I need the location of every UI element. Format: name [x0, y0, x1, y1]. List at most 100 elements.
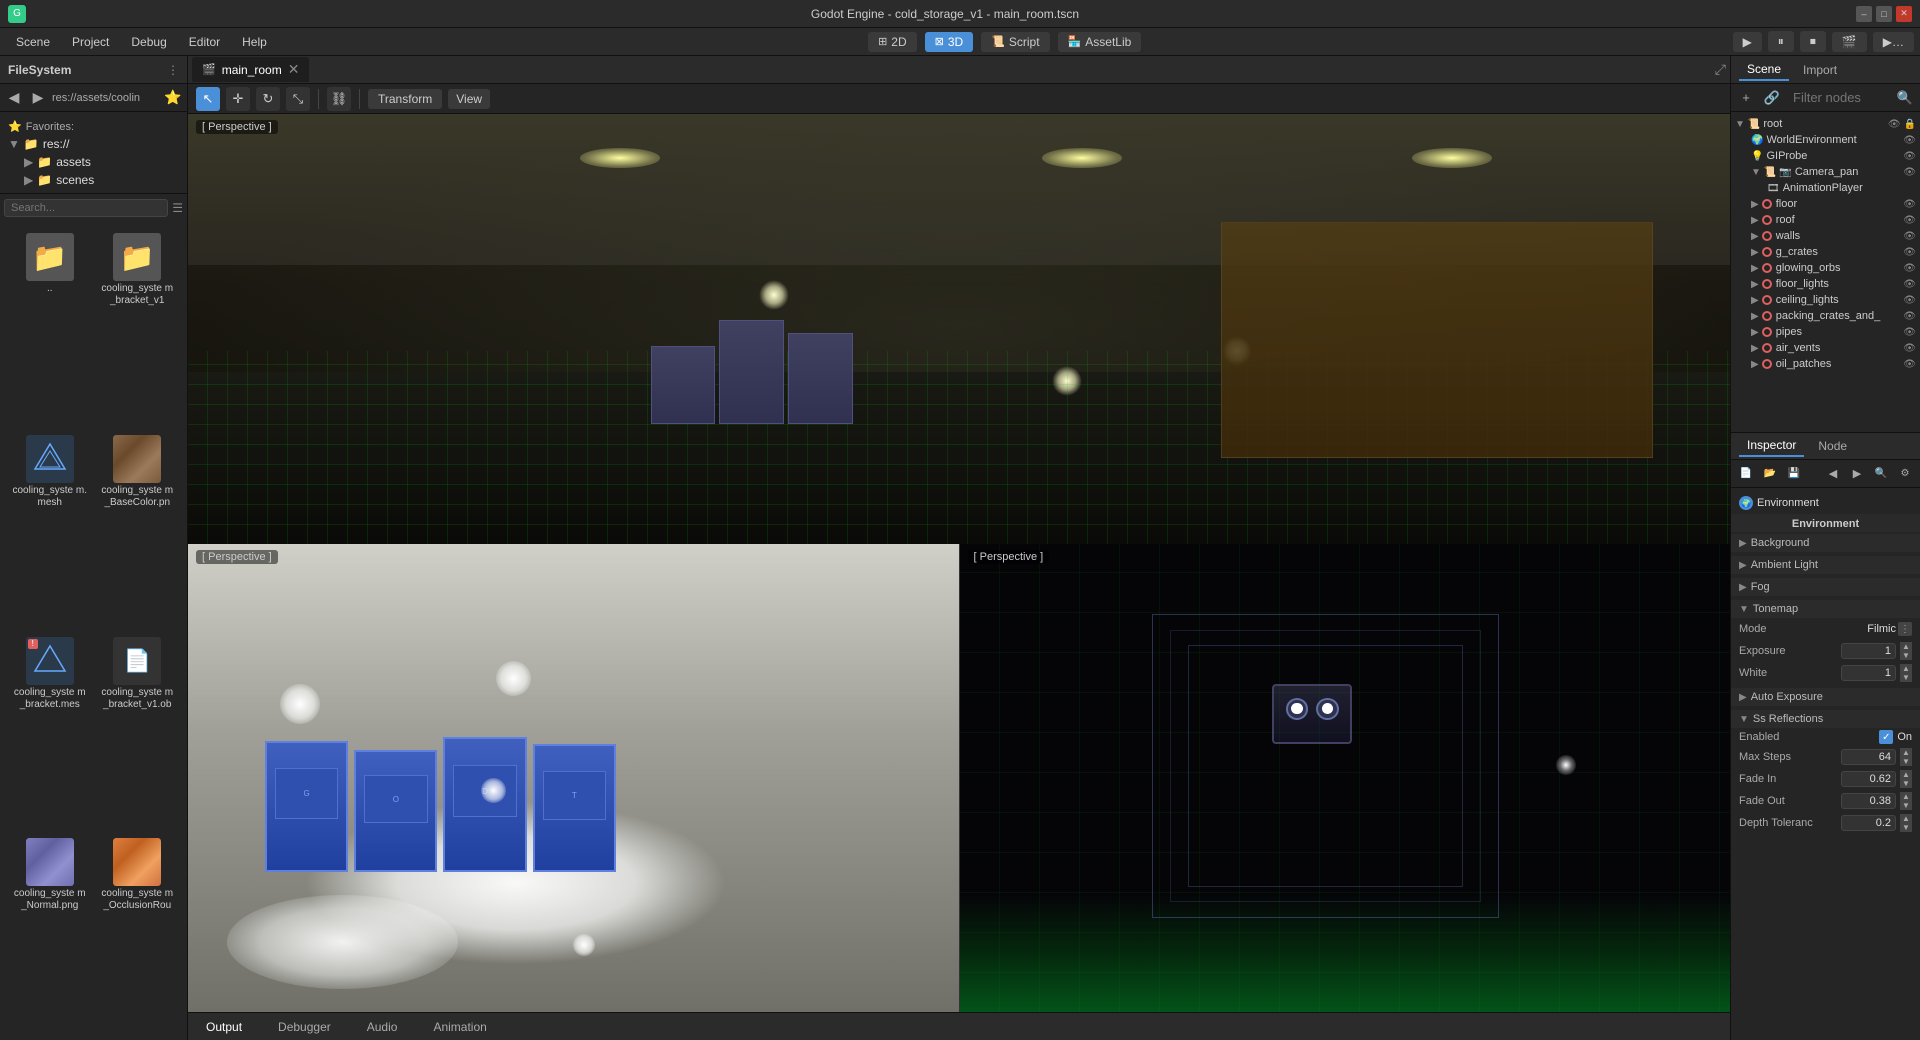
inspector-search-button[interactable]: 🔍 [1870, 463, 1892, 485]
transform-dropdown[interactable]: Transform [368, 89, 442, 109]
tree-item-res[interactable]: ▼ 📁 res:// [4, 135, 183, 153]
maxsteps-input[interactable] [1841, 749, 1896, 765]
link-node-button[interactable]: 🔗 [1761, 87, 1783, 109]
tree-item-assets[interactable]: ▶ 📁 assets [4, 153, 183, 171]
white-down-button[interactable]: ▼ [1900, 673, 1912, 682]
animation-tab[interactable]: Animation [423, 1017, 496, 1037]
menu-scene[interactable]: Scene [6, 32, 60, 52]
close-tab-button[interactable]: ✕ [288, 61, 300, 78]
audio-tab[interactable]: Audio [357, 1017, 408, 1037]
node-eye-icon[interactable]: 👁 [1903, 263, 1916, 274]
exposure-up-button[interactable]: ▲ [1900, 642, 1912, 651]
menu-help[interactable]: Help [232, 32, 277, 52]
output-tab[interactable]: Output [196, 1017, 252, 1037]
maxsteps-down-button[interactable]: ▼ [1900, 757, 1912, 766]
node-lock-icon[interactable]: 🔒 [1904, 119, 1916, 130]
node-eye-icon[interactable]: 👁 [1903, 135, 1916, 146]
fadein-down-button[interactable]: ▼ [1900, 779, 1912, 788]
node-eye-icon[interactable]: 👁 [1903, 167, 1916, 178]
maximize-button[interactable]: □ [1876, 6, 1892, 22]
mode-3d-button[interactable]: ⊠ 3D [925, 32, 974, 52]
depthtol-up-button[interactable]: ▲ [1900, 814, 1912, 823]
scene-node-gcrates[interactable]: ▶ g_crates 👁 [1731, 244, 1920, 260]
minimize-button[interactable]: – [1856, 6, 1872, 22]
scene-node-pipes[interactable]: ▶ pipes 👁 [1731, 324, 1920, 340]
play-custom-button[interactable]: ▶… [1873, 32, 1914, 52]
maxsteps-up-button[interactable]: ▲ [1900, 748, 1912, 757]
scene-node-glowingorbs[interactable]: ▶ glowing_orbs 👁 [1731, 260, 1920, 276]
node-eye-icon[interactable]: 👁 [1903, 151, 1916, 162]
inspector-nav-forward-button[interactable]: ▶ [1846, 463, 1868, 485]
file-item[interactable]: cooling_syste m.mesh [8, 431, 92, 629]
fadeout-down-button[interactable]: ▼ [1900, 801, 1912, 810]
file-item[interactable]: cooling_syste m_BaseColor.pn [96, 431, 180, 629]
scene-node-animplayer[interactable]: 🎞 AnimationPlayer [1731, 180, 1920, 196]
file-item[interactable]: ! cooling_syste m_bracket.mes [8, 633, 92, 831]
scene-search-input[interactable] [1787, 87, 1890, 109]
scene-node-airvents[interactable]: ▶ air_vents 👁 [1731, 340, 1920, 356]
fadein-input[interactable] [1841, 771, 1896, 787]
nav-back-button[interactable]: ◀ [4, 88, 24, 108]
select-tool-button[interactable]: ↖ [196, 87, 220, 111]
scene-tab[interactable]: Scene [1739, 59, 1789, 81]
add-node-button[interactable]: + [1735, 87, 1757, 109]
depthtol-down-button[interactable]: ▼ [1900, 823, 1912, 832]
viewport-bottom-right[interactable]: [ Perspective ] [960, 544, 1731, 1012]
auto-exposure-section-header[interactable]: ▶ Auto Exposure [1731, 688, 1920, 706]
scene-node-floor[interactable]: ▶ floor 👁 [1731, 196, 1920, 212]
menu-editor[interactable]: Editor [179, 32, 230, 52]
node-tab[interactable]: Node [1810, 436, 1855, 456]
node-eye-icon[interactable]: 👁 [1903, 231, 1916, 242]
white-input[interactable] [1841, 665, 1896, 681]
move-tool-button[interactable]: ✛ [226, 87, 250, 111]
inspector-nav-back-button[interactable]: ◀ [1822, 463, 1844, 485]
fadein-up-button[interactable]: ▲ [1900, 770, 1912, 779]
fog-section-header[interactable]: ▶ Fog [1731, 578, 1920, 596]
inspector-new-script-button[interactable]: 📄 [1735, 463, 1757, 485]
debugger-tab[interactable]: Debugger [268, 1017, 341, 1037]
pause-button[interactable]: ⏸ [1768, 31, 1794, 52]
assetlib-button[interactable]: 🏪 AssetLib [1058, 32, 1142, 52]
scale-tool-button[interactable]: ⤡ [286, 87, 310, 111]
node-eye-icon[interactable]: 👁 [1903, 215, 1916, 226]
depthtol-input[interactable] [1841, 815, 1896, 831]
tab-main-room[interactable]: 🎬 main_room ✕ [192, 57, 309, 82]
import-tab[interactable]: Import [1795, 60, 1845, 80]
ss-reflections-section-header[interactable]: ▼ Ss Reflections [1731, 710, 1920, 728]
rotate-tool-button[interactable]: ↻ [256, 87, 280, 111]
fadeout-input[interactable] [1841, 793, 1896, 809]
search-input[interactable] [4, 199, 168, 217]
nav-forward-button[interactable]: ▶ [28, 88, 48, 108]
scene-node-ceilinglights[interactable]: ▶ ceiling_lights 👁 [1731, 292, 1920, 308]
menu-debug[interactable]: Debug [121, 32, 176, 52]
file-item[interactable]: cooling_syste m_OcclusionRou [96, 834, 180, 1032]
node-eye-icon[interactable]: 👁 [1903, 295, 1916, 306]
white-up-button[interactable]: ▲ [1900, 664, 1912, 673]
exposure-input[interactable] [1841, 643, 1896, 659]
scene-node-root[interactable]: ▼ 📜 root 👁 🔒 [1731, 116, 1920, 132]
filesystem-menu-icon[interactable]: ⋮ [167, 63, 179, 77]
scene-node-oilpatches[interactable]: ▶ oil_patches 👁 [1731, 356, 1920, 372]
file-item[interactable]: 📁 cooling_syste m_bracket_v1 [96, 229, 180, 427]
background-section-header[interactable]: ▶ Background [1731, 534, 1920, 552]
inspector-open-script-button[interactable]: 📂 [1759, 463, 1781, 485]
node-eye-icon[interactable]: 👁 [1903, 327, 1916, 338]
mode-menu-button[interactable]: ⋮ [1898, 622, 1912, 636]
tonemap-section-header[interactable]: ▼ Tonemap [1731, 600, 1920, 618]
scene-node-worldenv[interactable]: 🌍 WorldEnvironment 👁 [1731, 132, 1920, 148]
scene-node-packingcrates[interactable]: ▶ packing_crates_and_ 👁 [1731, 308, 1920, 324]
file-item[interactable]: 📁 .. [8, 229, 92, 427]
ss-enabled-checkbox[interactable]: ✓ [1879, 730, 1893, 744]
mode-2d-button[interactable]: ⊞ 2D [868, 32, 917, 52]
node-eye-icon[interactable]: 👁 [1903, 279, 1916, 290]
nav-bookmark-button[interactable]: ⭐ [163, 88, 183, 108]
inspector-tab[interactable]: Inspector [1739, 435, 1804, 457]
scene-node-camerapan[interactable]: ▼ 📜 📷 Camera_pan 👁 [1731, 164, 1920, 180]
inspector-settings-button[interactable]: ⚙ [1894, 463, 1916, 485]
node-eye-icon[interactable]: 👁 [1903, 359, 1916, 370]
ambient-light-section-header[interactable]: ▶ Ambient Light [1731, 556, 1920, 574]
close-button[interactable]: ✕ [1896, 6, 1912, 22]
expand-viewport-button[interactable]: ⤢ [1715, 61, 1726, 78]
menu-project[interactable]: Project [62, 32, 119, 52]
viewport-top[interactable]: [ Perspective ] [188, 114, 1730, 544]
